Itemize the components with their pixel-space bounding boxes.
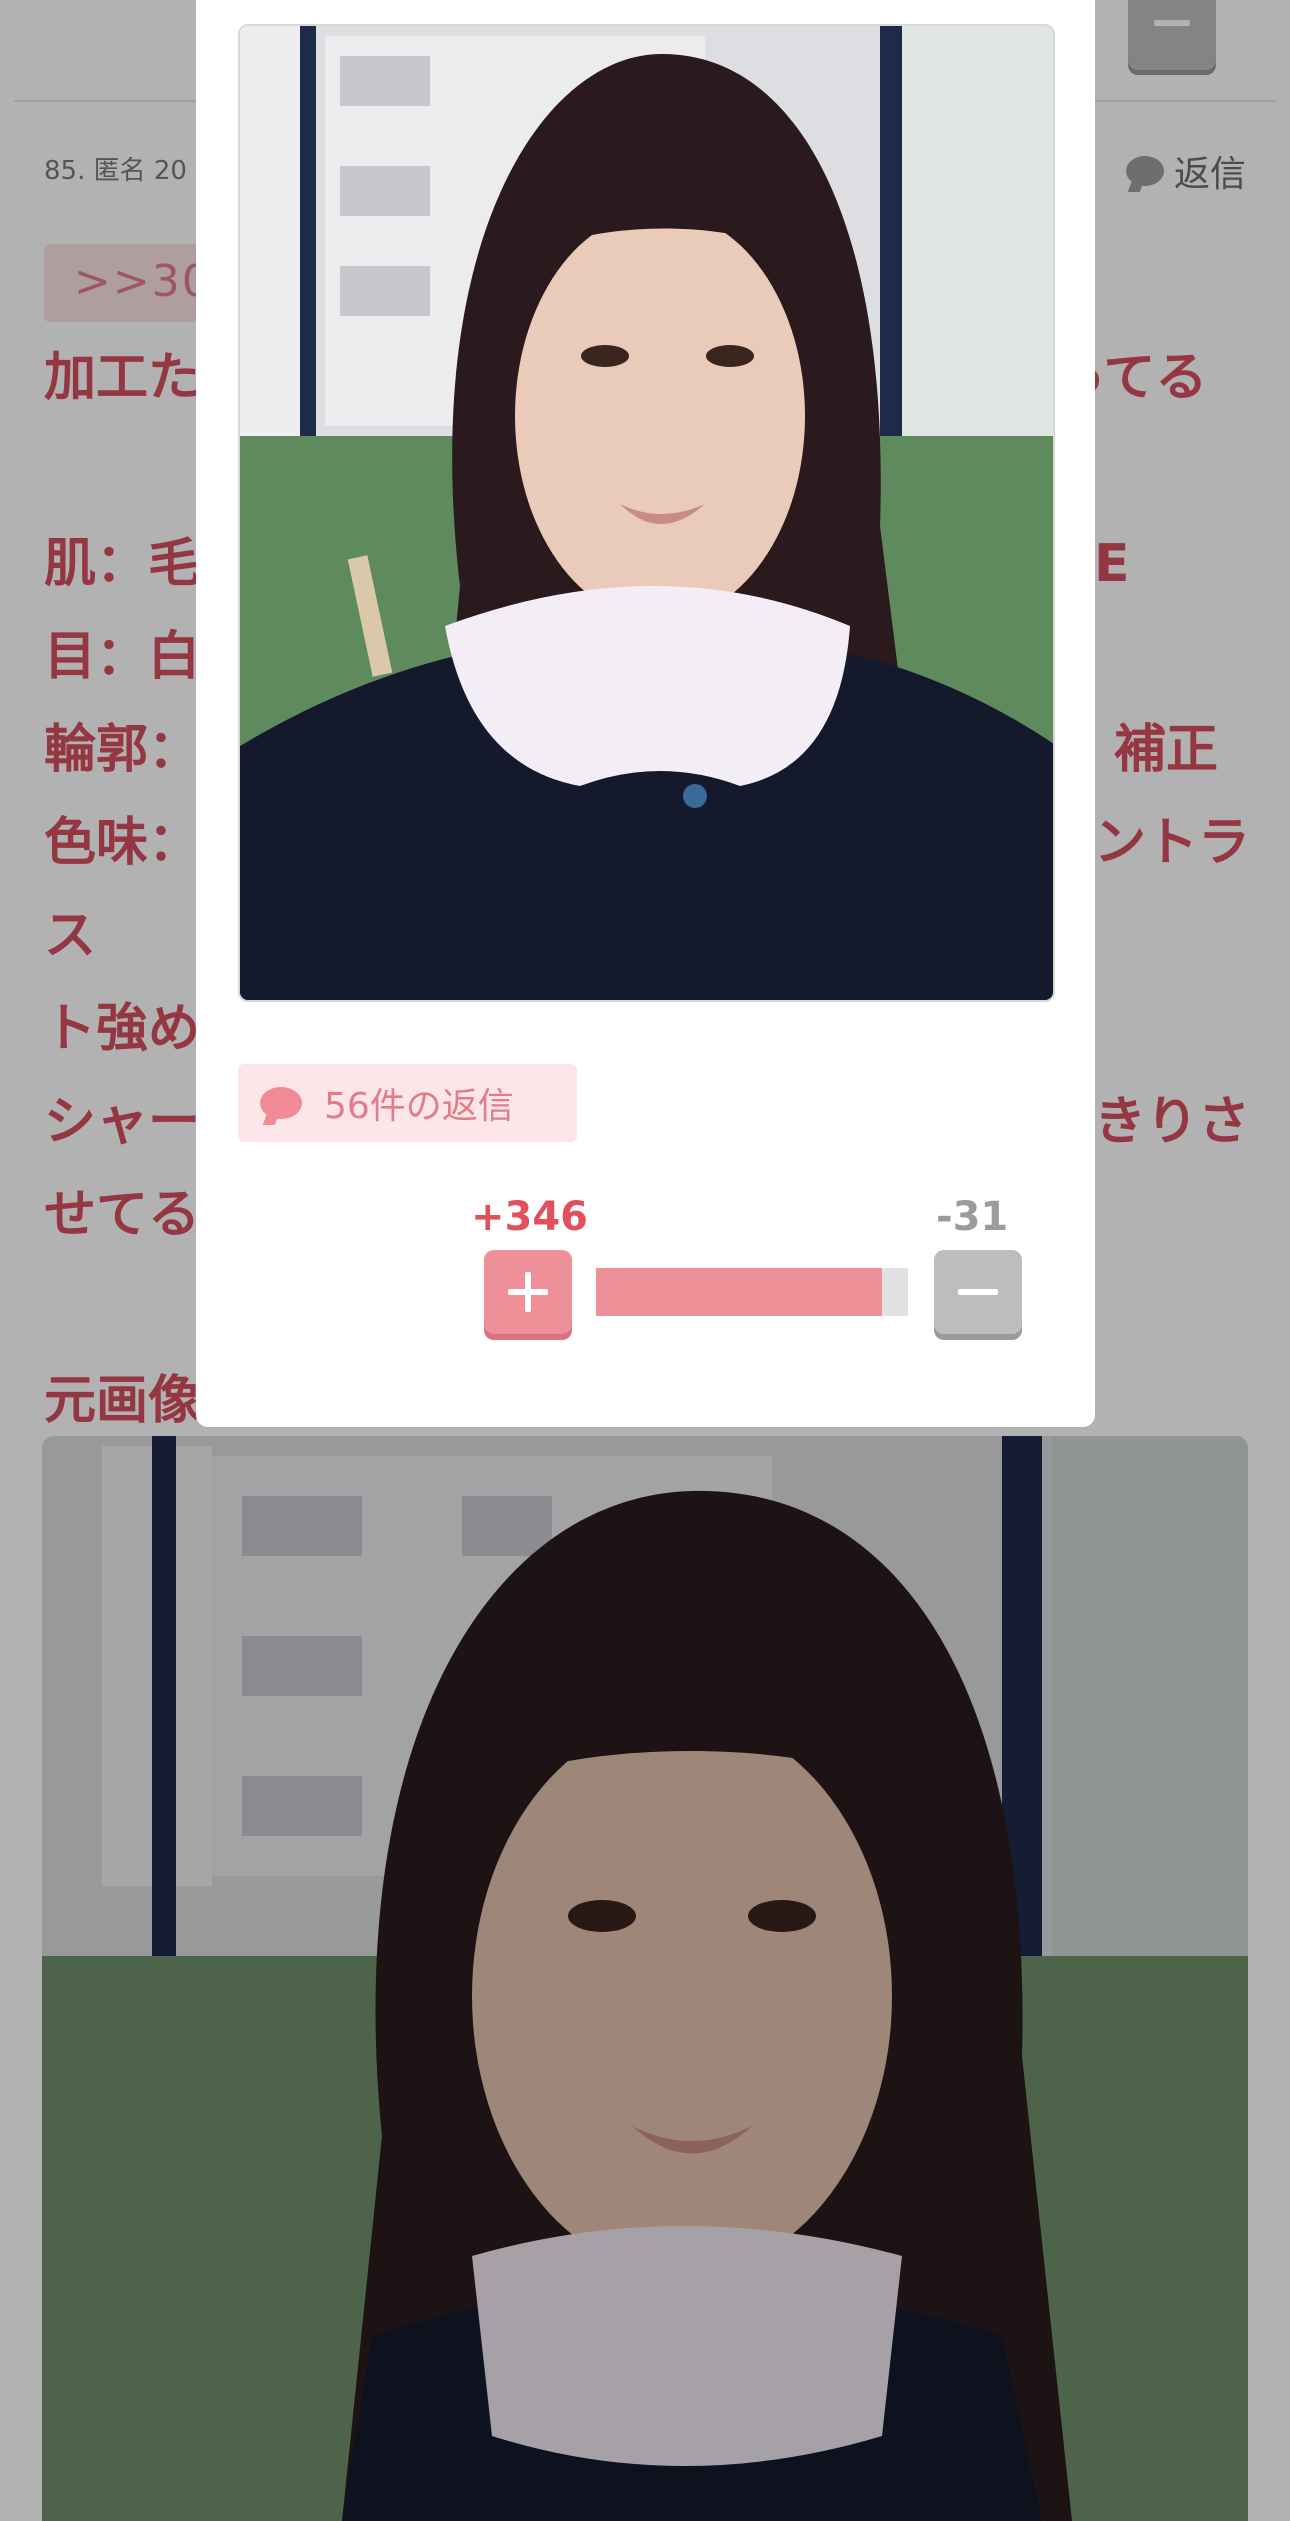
vote-ratio-fill [596, 1268, 883, 1316]
portrait-illustration [240, 26, 1053, 1000]
plus-vote-count: +346 [471, 1194, 589, 1240]
plus-vote-button[interactable] [484, 1250, 572, 1334]
comment-popup: 56件の返信 +346 -31 [196, 0, 1095, 1427]
minus-vote-button[interactable] [934, 1250, 1022, 1334]
vote-ratio-bar [596, 1268, 908, 1316]
replies-label: 56件の返信 [324, 1086, 514, 1127]
replies-button[interactable]: 56件の返信 [238, 1064, 577, 1142]
minus-vote-count: -31 [936, 1194, 1009, 1240]
popup-photo[interactable] [238, 24, 1055, 1002]
speech-bubble-icon [260, 1087, 302, 1119]
